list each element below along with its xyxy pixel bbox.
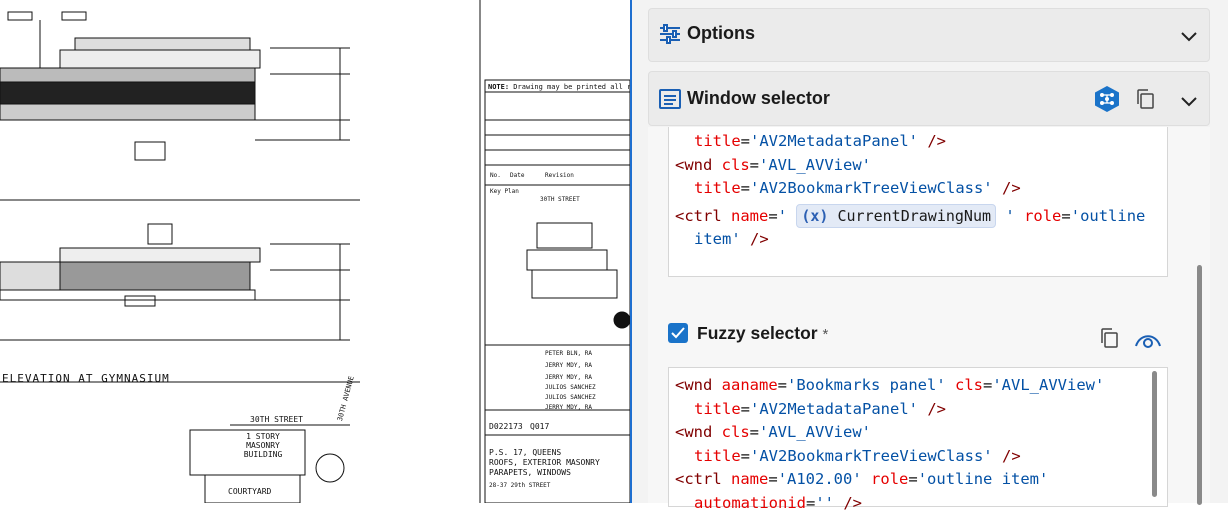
street-label: 30TH STREET <box>250 415 303 424</box>
window-selector-code-editor[interactable]: title='AV2MetadataPanel' /> <wnd cls='AV… <box>668 127 1168 277</box>
signer-6: JERRY MDY, RA <box>545 404 592 411</box>
signer-5: JULIOS SANCHEZ <box>545 394 596 401</box>
window-icon <box>659 89 681 113</box>
key-plan-street: 30TH STREET <box>540 196 580 203</box>
tree-picker-icon[interactable] <box>1093 85 1121 117</box>
window-selector-section-header[interactable]: Window selector <box>648 71 1210 126</box>
project-subtitle: ROOFS, EXTERIOR MASONRY <box>489 458 600 467</box>
code-line: title='AV2MetadataPanel' /> <box>675 130 1167 154</box>
options-title: Options <box>687 23 755 44</box>
project-address: 28-37 29th STREET <box>489 482 550 489</box>
revision-col: Revision <box>545 172 574 179</box>
building-label: 1 STORY MASONRY BUILDING <box>238 432 288 459</box>
panel-scrollbar[interactable] <box>1193 157 1206 507</box>
project-number: D022173 <box>489 422 523 431</box>
elevation-title: ELEVATION AT GYMNASIUM <box>2 372 170 385</box>
code-line: <wnd cls='AVL_AVView' <box>675 154 1167 178</box>
code-line: <wnd aaname='Bookmarks panel' cls='AVL_A… <box>675 374 1167 398</box>
panel-scrollbar-thumb[interactable] <box>1197 265 1202 505</box>
properties-panel: Options Window selector <box>630 0 1228 503</box>
fuzzy-selector-code-editor[interactable]: <wnd aaname='Bookmarks panel' cls='AVL_A… <box>668 367 1168 507</box>
signer-1: PETER BLN, RA <box>545 350 592 357</box>
window-selector-title: Window selector <box>687 88 830 109</box>
code-line: <ctrl name='A102.00' role='outline item' <box>675 468 1167 492</box>
code-line: title='AV2MetadataPanel' /> <box>675 398 1167 422</box>
signer-4: JULIOS SANCHEZ <box>545 384 596 391</box>
code-line: <wnd cls='AVL_AVView' <box>675 421 1167 445</box>
signer-3: JERRY MDY, RA <box>545 374 592 381</box>
key-plan-label: Key Plan <box>490 188 519 195</box>
copy-icon[interactable] <box>1135 88 1155 114</box>
revision-date: Date <box>510 172 524 179</box>
sliders-icon <box>659 24 681 48</box>
fuzzy-selector-checkbox[interactable] <box>668 323 688 343</box>
project-subtitle-2: PARAPETS, WINDOWS <box>489 468 571 477</box>
code-line: item' /> <box>675 228 1167 252</box>
options-section-header[interactable]: Options <box>648 8 1210 62</box>
chevron-down-icon[interactable] <box>1181 92 1197 111</box>
signer-2: JERRY MDY, RA <box>545 362 592 369</box>
revision-no: No. <box>490 172 501 179</box>
copy-icon[interactable] <box>1099 327 1119 353</box>
code-editor-scrollbar[interactable] <box>1152 371 1157 497</box>
drawing-canvas[interactable]: ELEVATION AT GYMNASIUM 1 STORY MASONRY B… <box>0 0 630 503</box>
fuzzy-selector-label: Fuzzy selector * <box>697 323 828 344</box>
project-code: Q017 <box>530 422 549 431</box>
project-title: P.S. 17, QUEENS <box>489 448 561 457</box>
notice-text: NOTE: Drawing may be printed all reduced <box>488 83 630 91</box>
chevron-down-icon[interactable] <box>1181 27 1197 46</box>
variable-icon: (x) <box>801 207 828 225</box>
code-line: <ctrl name=' (x) CurrentDrawingNum ' rol… <box>675 204 1167 229</box>
code-line: title='AV2BookmarkTreeViewClass' /> <box>675 177 1167 201</box>
window-selector-body: title='AV2MetadataPanel' /> <wnd cls='AV… <box>648 127 1210 503</box>
courtyard-label: COURTYARD <box>228 487 271 496</box>
code-line: title='AV2BookmarkTreeViewClass' /> <box>675 445 1167 469</box>
code-line: automationid='' /> <box>675 492 1167 515</box>
highlight-eye-icon[interactable] <box>1134 329 1162 353</box>
variable-chip[interactable]: (x) CurrentDrawingNum <box>796 204 996 228</box>
